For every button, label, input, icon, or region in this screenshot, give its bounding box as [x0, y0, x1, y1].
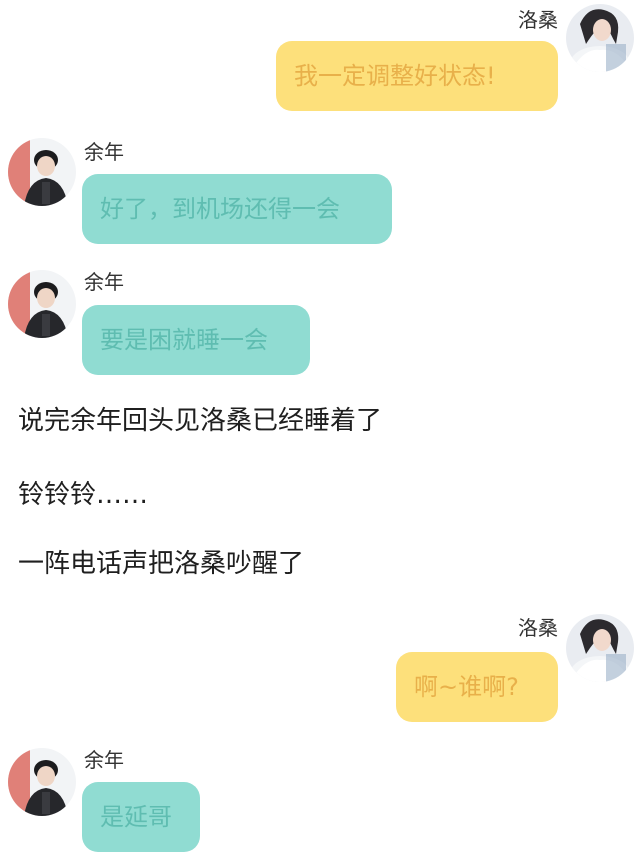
- message-bubble[interactable]: 要是困就睡一会: [82, 305, 310, 375]
- boy-avatar-icon[interactable]: [8, 270, 76, 338]
- girl-avatar-icon[interactable]: [566, 4, 634, 72]
- sender-name: 余年: [84, 270, 124, 294]
- narration-text: 说完余年回头见洛桑已经睡着了: [18, 406, 383, 436]
- message-bubble[interactable]: 好了，到机场还得一会: [82, 174, 392, 244]
- boy-avatar-icon[interactable]: [8, 138, 76, 206]
- boy-avatar-icon[interactable]: [8, 748, 76, 816]
- girl-avatar-icon[interactable]: [566, 614, 634, 682]
- sender-name: 余年: [84, 748, 124, 772]
- message-bubble[interactable]: 是延哥: [82, 782, 200, 852]
- message-bubble[interactable]: 啊~谁啊?: [396, 652, 558, 722]
- narration-text: 铃铃铃……: [18, 480, 149, 510]
- message-bubble[interactable]: 我一定调整好状态!: [276, 41, 558, 111]
- sender-name: 洛桑: [518, 616, 558, 640]
- narration-text: 一阵电话声把洛桑吵醒了: [18, 549, 305, 579]
- sender-name: 洛桑: [518, 8, 558, 32]
- sender-name: 余年: [84, 140, 124, 164]
